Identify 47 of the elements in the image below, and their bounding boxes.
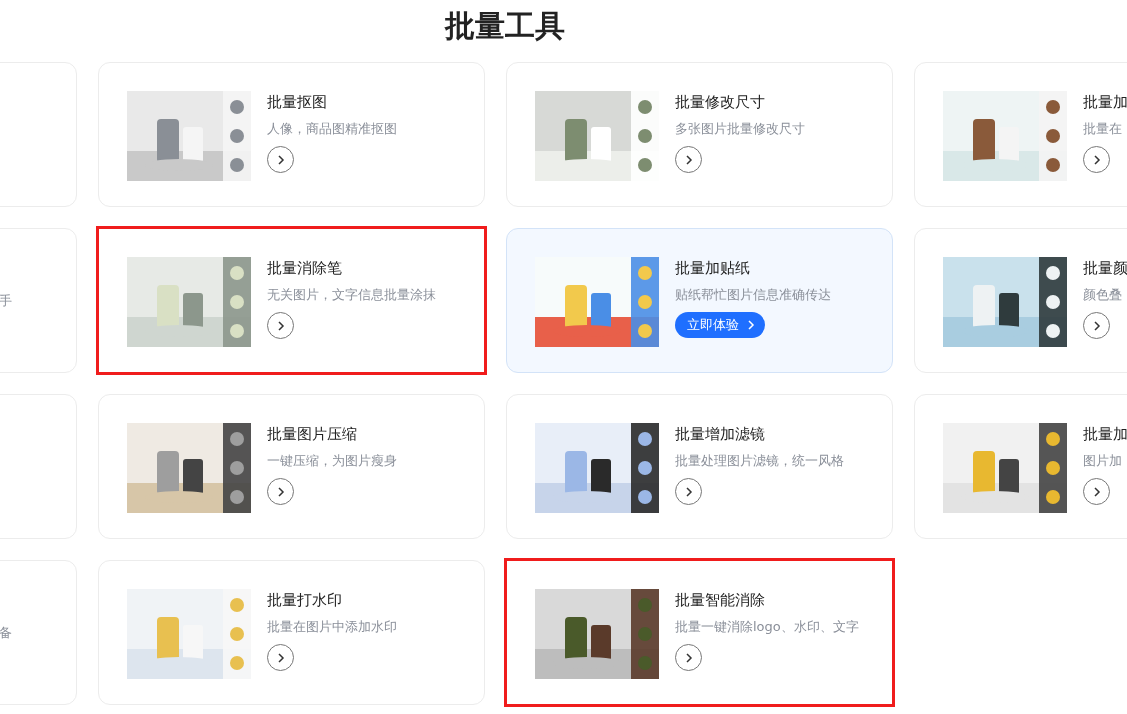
tool-description: 颜色叠 xyxy=(1083,286,1123,304)
chevron-right-icon xyxy=(747,320,755,330)
arrow-button[interactable] xyxy=(1083,146,1110,173)
tool-description: 批量在图片中添加水印 xyxy=(267,618,397,636)
arrow-button[interactable] xyxy=(267,644,294,671)
arrow-button[interactable] xyxy=(675,146,702,173)
tool-title: 批量消除笔 xyxy=(267,258,343,278)
tool-title: 批量加 xyxy=(1083,424,1127,444)
chevron-right-icon xyxy=(1092,486,1101,497)
tool-description: 批量处理图片滤镜，统一风格 xyxy=(675,452,844,470)
tool-title: 批量智能消除 xyxy=(675,590,766,610)
tool-description: 批量在 xyxy=(1083,120,1123,138)
tool-description: 一键压缩，为图片瘦身 xyxy=(267,452,397,470)
tool-description: 图片加 xyxy=(1083,452,1123,470)
tool-title: 批量增加滤镜 xyxy=(675,424,766,444)
chevron-right-icon xyxy=(276,154,285,165)
chevron-right-icon xyxy=(1092,320,1101,331)
tool-title: 批量修改尺寸 xyxy=(675,92,766,112)
chevron-right-icon xyxy=(276,486,285,497)
tool-description: 贴纸帮忙图片信息准确传达 xyxy=(675,286,831,304)
tool-description: 人像，商品图精准抠图 xyxy=(267,120,397,138)
chevron-right-icon xyxy=(684,486,693,497)
arrow-button[interactable] xyxy=(267,146,294,173)
tool-description: 手 xyxy=(0,291,12,310)
arrow-button[interactable] xyxy=(1083,478,1110,505)
chevron-right-icon xyxy=(684,154,693,165)
arrow-button[interactable] xyxy=(267,478,294,505)
arrow-button[interactable] xyxy=(675,478,702,505)
tool-description: 批量一键消除logo、水印、文字 xyxy=(675,618,859,636)
tool-description: 无关图片，文字信息批量涂抹 xyxy=(267,286,436,304)
try-now-button[interactable]: 立即体验 xyxy=(675,312,765,338)
tool-description: 备 xyxy=(0,623,12,642)
chevron-right-icon xyxy=(276,652,285,663)
tool-title: 批量加贴纸 xyxy=(675,258,751,278)
tool-title: 批量抠图 xyxy=(267,92,328,112)
tool-title: 批量加 xyxy=(1083,92,1127,112)
arrow-button[interactable] xyxy=(675,644,702,671)
arrow-button[interactable] xyxy=(1083,312,1110,339)
chevron-right-icon xyxy=(1092,154,1101,165)
tool-title: 批量颜 xyxy=(1083,258,1127,278)
tool-title: 批量图片压缩 xyxy=(267,424,358,444)
arrow-button[interactable] xyxy=(267,312,294,339)
chevron-right-icon xyxy=(684,652,693,663)
tool-title: 批量打水印 xyxy=(267,590,343,610)
page-title: 批量工具 xyxy=(443,7,566,45)
tool-description: 多张图片批量修改尺寸 xyxy=(675,120,805,138)
chevron-right-icon xyxy=(276,320,285,331)
